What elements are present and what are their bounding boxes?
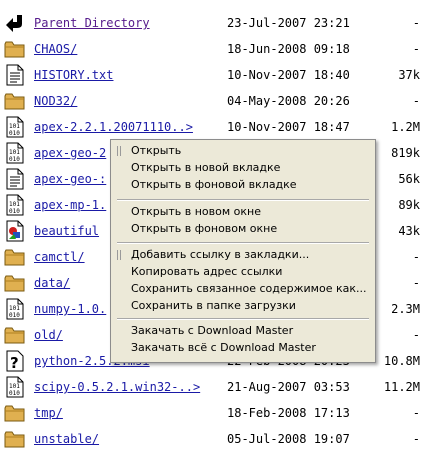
modified-date: 21-Aug-2007 03:53 [227,380,350,394]
menu-item-open-new-window[interactable]: Открыть в новом окне [111,203,375,220]
file-link[interactable]: unstable/ [34,432,99,446]
file-link[interactable]: Parent Directory [34,16,150,30]
file-size: 56k [398,172,420,186]
file-size: 43k [398,224,420,238]
folder-icon[interactable] [4,90,26,112]
list-item: Parent Directory 23-Jul-2007 23:21 - [0,10,428,36]
file-size: 2.3M [391,302,420,316]
file-link[interactable]: NOD32/ [34,94,77,108]
file-size: 37k [398,68,420,82]
folder-icon[interactable] [4,402,26,424]
file-link[interactable]: apex-geo-: [34,172,106,186]
svg-text:101: 101 [9,383,20,390]
file-link[interactable]: numpy-1.0. [34,302,106,316]
svg-text:010: 010 [9,208,20,215]
svg-text:010: 010 [9,130,20,137]
text-file-icon[interactable] [4,168,26,190]
list-item: tmp/18-Feb-2008 17:13 - [0,400,428,426]
menu-separator [117,199,369,201]
modified-date: 10-Nov-2007 18:47 [227,120,350,134]
file-link[interactable]: apex-2.2.1.20071110..> [34,120,193,134]
file-size: - [412,406,420,420]
menu-item-download-all-master[interactable]: Закачать всё с Download Master [111,339,375,356]
menu-item-open-background-window[interactable]: Открыть в фоновом окне [111,220,375,237]
file-link[interactable]: camctl/ [34,250,85,264]
modified-date: 10-Nov-2007 18:40 [227,68,350,82]
modified-date: 18-Jun-2008 09:18 [227,42,350,56]
file-size: - [412,250,420,264]
menu-separator [117,318,369,320]
back-arrow-icon[interactable] [4,12,26,34]
folder-icon[interactable] [4,428,26,450]
svg-text:010: 010 [9,156,20,163]
svg-text:101: 101 [9,305,20,312]
file-size: - [412,16,420,30]
list-item: unstable/05-Jul-2008 19:07 - [0,426,428,452]
menu-item-open-background-tab[interactable]: Открыть в фоновой вкладке [111,176,375,193]
file-link[interactable]: old/ [34,328,63,342]
svg-text:?: ? [10,354,19,372]
file-link[interactable]: CHAOS/ [34,42,77,56]
binary-file-icon[interactable]: 101 010 [4,298,26,320]
file-size: 89k [398,198,420,212]
svg-text:101: 101 [9,123,20,130]
file-size: - [412,328,420,342]
list-item: CHAOS/18-Jun-2008 09:18 - [0,36,428,62]
file-link[interactable]: tmp/ [34,406,63,420]
file-size: - [412,276,420,290]
svg-text:101: 101 [9,201,20,208]
menu-item-open[interactable]: Открыть [111,142,375,159]
menu-grip-icon [117,146,123,156]
list-item: HISTORY.txt 10-Nov-2007 18:40 37k [0,62,428,88]
file-link[interactable]: data/ [34,276,70,290]
menu-item-bookmark-link[interactable]: Добавить ссылку в закладки... [111,246,375,263]
modified-date: 04-May-2008 20:26 [227,94,350,108]
menu-separator [117,242,369,244]
context-menu: Открыть Открыть в новой вкладке Открыть … [110,139,376,363]
unknown-file-icon[interactable]: ? [4,350,26,372]
list-item: 101 010 apex-2.2.1.20071110..> 10-Nov-2007 … [0,114,428,140]
image-file-icon[interactable] [4,220,26,242]
menu-item-save-to-downloads[interactable]: Сохранить в папке загрузки [111,297,375,314]
binary-file-icon[interactable]: 101 010 [4,142,26,164]
file-size: 10.8M [383,354,420,368]
modified-date: 23-Jul-2007 23:21 [227,16,350,30]
svg-text:010: 010 [9,312,20,319]
binary-file-icon[interactable]: 101 010 [4,376,26,398]
file-link[interactable]: apex-mp-1. [34,198,106,212]
file-size: - [412,432,420,446]
menu-item-save-link-as[interactable]: Сохранить связанное содержимое как... [111,280,375,297]
folder-icon[interactable] [4,324,26,346]
folder-icon[interactable] [4,38,26,60]
file-size: 819k [391,146,420,160]
menu-grip-icon [117,250,123,260]
list-item: NOD32/04-May-2008 20:26 - [0,88,428,114]
file-link[interactable]: HISTORY.txt [34,68,113,82]
binary-file-icon[interactable]: 101 010 [4,116,26,138]
menu-item-copy-link[interactable]: Копировать адрес ссылки [111,263,375,280]
list-item: 101 010 scipy-0.5.2.1.win32-..> 21-Aug-2007… [0,374,428,400]
text-file-icon[interactable] [4,64,26,86]
file-size: - [412,94,420,108]
file-link[interactable]: beautiful [34,224,99,238]
svg-text:010: 010 [9,390,20,397]
menu-item-download-master[interactable]: Закачать с Download Master [111,322,375,339]
menu-item-open-new-tab[interactable]: Открыть в новой вкладке [111,159,375,176]
folder-icon[interactable] [4,272,26,294]
modified-date: 05-Jul-2008 19:07 [227,432,350,446]
file-size: 11.2M [383,380,420,394]
file-link[interactable]: apex-geo-2 [34,146,106,160]
modified-date: 18-Feb-2008 17:13 [227,406,350,420]
binary-file-icon[interactable]: 101 010 [4,194,26,216]
file-size: - [412,42,420,56]
svg-text:101: 101 [9,149,20,156]
file-link[interactable]: scipy-0.5.2.1.win32-..> [34,380,200,394]
file-size: 1.2M [391,120,420,134]
folder-icon[interactable] [4,246,26,268]
